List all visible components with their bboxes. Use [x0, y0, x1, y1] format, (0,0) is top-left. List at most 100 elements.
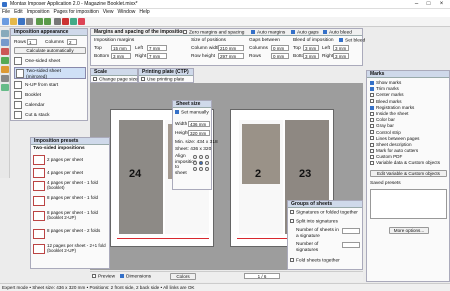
- save-icon[interactable]: [18, 18, 25, 25]
- zoom-icon[interactable]: [54, 18, 61, 25]
- change-size-checkbox[interactable]: Change page size: [93, 77, 138, 83]
- use-plate-checkbox[interactable]: Use printing plate: [141, 77, 184, 83]
- menu-file[interactable]: File: [0, 9, 12, 17]
- layer-icon[interactable]: [1, 84, 9, 91]
- sheets-input[interactable]: [342, 228, 360, 234]
- preset-2-pages[interactable]: 2 pages per sheet: [33, 154, 108, 168]
- calculate-button[interactable]: Calculate automatically: [14, 47, 86, 54]
- page-indicator[interactable]: 1 / 6: [244, 273, 280, 279]
- set-bleed-checkbox[interactable]: Set bleed: [339, 38, 365, 44]
- top-margin-input[interactable]: 15 mm: [111, 45, 131, 51]
- signatures-label: Number of signatures: [296, 242, 319, 253]
- grid-icon[interactable]: [1, 75, 9, 82]
- edit-variable-button[interactable]: Edit Variable & Custom objects: [370, 170, 447, 177]
- bottom-margin-input[interactable]: 3 mm: [111, 53, 131, 59]
- more-options-button[interactable]: More options...: [389, 227, 429, 234]
- bleed-bottom-input[interactable]: 3 mm: [303, 53, 319, 59]
- undo-icon[interactable]: [36, 18, 43, 25]
- align-label: Align imposition to sheet: [175, 154, 197, 176]
- export-icon[interactable]: [78, 18, 85, 25]
- redo-icon[interactable]: [44, 18, 51, 25]
- sheets-label: Number of sheets in a signature: [296, 228, 339, 239]
- signatures-input[interactable]: [342, 242, 360, 248]
- option-two-sided[interactable]: Two-sided sheet (mirrored): [14, 67, 86, 80]
- colors-button[interactable]: Colors: [170, 273, 196, 280]
- menu-view[interactable]: View: [101, 9, 116, 17]
- rows-input[interactable]: 1: [27, 39, 37, 45]
- preset-8-pages-2-folds[interactable]: 8 pages per sheet - 2 folds: [33, 228, 108, 242]
- sheet-size-panel: Sheet size Set manually Width 436 mm Hei…: [172, 100, 218, 190]
- split-checkbox[interactable]: Split into signatures: [290, 219, 338, 225]
- bleed-left-label: Left: [322, 46, 331, 51]
- menu-help[interactable]: Help: [137, 9, 151, 17]
- preset-icon: [33, 229, 45, 239]
- page-number-24: 24: [129, 168, 142, 180]
- row-height-input[interactable]: 297 mm: [218, 53, 244, 59]
- new-icon[interactable]: [2, 18, 9, 25]
- preset-8-pages-booklet[interactable]: 8 pages per sheet - 1 fold (booklet 2-UP…: [33, 210, 108, 226]
- column-width-input[interactable]: 210 mm: [218, 45, 244, 51]
- print-icon[interactable]: [26, 18, 33, 25]
- fold-checkbox[interactable]: Fold sheets together: [290, 258, 340, 264]
- sheet-text: Sheet: 436 x 320: [175, 147, 212, 152]
- layout-icon[interactable]: [1, 66, 9, 73]
- zero-margins-checkbox[interactable]: Zero margins and spacing: [183, 30, 244, 36]
- row-height-label: Row height: [191, 54, 215, 59]
- option-one-sided[interactable]: One-sided sheet: [14, 57, 86, 66]
- saved-presets-label: Saved presets: [370, 181, 401, 186]
- right-margin-input[interactable]: 7 mm: [147, 53, 167, 59]
- bleed-top-input[interactable]: 3 mm: [303, 45, 319, 51]
- preview-checkbox[interactable]: Preview: [92, 274, 115, 280]
- auto-margins-checkbox[interactable]: Auto margins: [251, 30, 285, 36]
- rotate-icon[interactable]: [1, 48, 9, 55]
- gaps-rows-input[interactable]: 0 mm: [271, 53, 289, 59]
- height-input[interactable]: 320 mm: [188, 130, 210, 136]
- sheet-size-title: Sheet size: [173, 101, 211, 108]
- saved-presets-select[interactable]: [370, 189, 447, 219]
- preset-8-pages-fold[interactable]: 8 pages per sheet - 1 fold: [33, 195, 108, 209]
- width-input[interactable]: 436 mm: [188, 121, 210, 127]
- nup-icon: [14, 81, 22, 89]
- bleed-left-input[interactable]: 3 mm: [333, 45, 349, 51]
- scale-icon[interactable]: [1, 57, 9, 64]
- settings-icon[interactable]: [70, 18, 77, 25]
- preset-4-pages-booklet[interactable]: 4 pages per sheet - 1 fold (booklet): [33, 180, 108, 194]
- top-label: Top: [94, 46, 102, 51]
- move-icon[interactable]: [1, 39, 9, 46]
- bleed-label: Bleed of imposition: [293, 38, 334, 43]
- menu-pages[interactable]: Pages for imposition: [51, 9, 100, 17]
- option-calendar[interactable]: Calendar: [14, 101, 86, 110]
- minimize-icon[interactable]: –: [412, 1, 421, 8]
- window-title: Montax Imposer Application 2.0 - Magazin…: [10, 1, 138, 7]
- preset-12-pages[interactable]: 12 pages per sheet - 2+1 fold (booklet 2…: [33, 243, 108, 261]
- calendar-icon: [14, 101, 22, 109]
- scale-panel: Scale Change page size: [90, 68, 138, 83]
- bleed-right-input[interactable]: 3 mm: [333, 53, 349, 59]
- gaps-columns-input[interactable]: 0 mm: [271, 45, 289, 51]
- menu-edit[interactable]: Edit: [12, 9, 25, 17]
- close-icon[interactable]: ×: [437, 1, 446, 8]
- left-margin-input[interactable]: 7 mm: [147, 45, 167, 51]
- size-positions-label: Size of positions: [191, 38, 226, 43]
- gaps-rows-label: Rows: [249, 54, 261, 59]
- columns-input[interactable]: 2: [67, 39, 77, 45]
- menu-imposition[interactable]: Imposition: [25, 9, 52, 17]
- select-icon[interactable]: [1, 30, 9, 37]
- option-cut-stack[interactable]: Cut & stack: [14, 111, 86, 120]
- signatures-checkbox[interactable]: Signatures or folded together: [290, 210, 358, 216]
- menu-window[interactable]: Window: [116, 9, 138, 17]
- preset-4-pages[interactable]: 4 pages per sheet: [33, 167, 108, 181]
- right-label: Right: [135, 54, 147, 59]
- set-manually-checkbox[interactable]: Set manually: [175, 110, 209, 116]
- left-label: Left: [135, 46, 144, 51]
- open-icon[interactable]: [10, 18, 17, 25]
- auto-bleed-checkbox[interactable]: Auto bleed: [323, 30, 352, 36]
- dimensions-checkbox[interactable]: Dimensions: [120, 274, 151, 280]
- option-nup[interactable]: N-UP from start: [14, 81, 86, 90]
- mark-variable-data[interactable]: Variable data & Custom objects: [370, 160, 450, 166]
- maximize-icon[interactable]: □: [424, 1, 433, 8]
- option-booklet[interactable]: Booklet: [14, 91, 86, 100]
- pdf-icon[interactable]: [62, 18, 69, 25]
- auto-gaps-checkbox[interactable]: Auto gaps: [291, 30, 319, 36]
- align-grid[interactable]: [193, 155, 211, 173]
